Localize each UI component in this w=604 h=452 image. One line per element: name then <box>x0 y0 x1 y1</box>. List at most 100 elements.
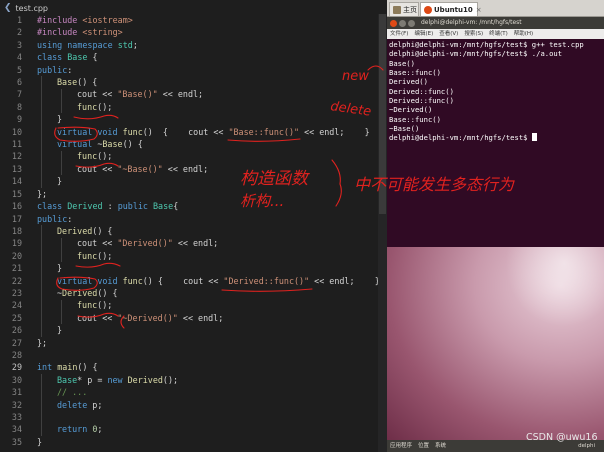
code-line[interactable]: 10 virtual void func() { cout << "Base::f… <box>0 126 387 138</box>
terminal-menu-item[interactable]: 搜索(S) <box>464 31 483 37</box>
code-line[interactable]: 3 using namespace std; <box>0 39 387 51</box>
code-token: void <box>97 126 118 137</box>
tab-ubuntu[interactable]: Ubuntu10 × <box>420 2 482 16</box>
code-line[interactable]: 32 delete p; <box>0 399 387 411</box>
window-close-icon[interactable] <box>390 20 397 27</box>
code-token: delete <box>57 399 88 410</box>
code-text: delete p; <box>57 399 102 411</box>
code-token: ; <box>132 39 138 50</box>
editor-scrollbar[interactable] <box>378 14 387 452</box>
line-number: 11 <box>11 139 22 150</box>
line-number: 1 <box>16 15 22 25</box>
code-line[interactable]: 33 <box>0 411 387 423</box>
code-token: << endl; } <box>309 275 380 286</box>
indent-guide <box>41 76 42 188</box>
code-text: public: <box>37 64 72 76</box>
code-token: Derived <box>67 201 103 212</box>
code-editor[interactable]: ❮ test.cpp 1 #include <iostream> 2 #include… <box>0 0 387 452</box>
code-line[interactable]: 24 func(); <box>0 299 387 311</box>
line-number: 21 <box>11 263 22 274</box>
line-number: 22 <box>11 275 22 286</box>
window-minimize-icon[interactable] <box>399 20 406 27</box>
code-line[interactable]: 19 cout << "Derived()" << endl; <box>0 237 387 249</box>
terminal-line: Base::func() <box>389 68 441 78</box>
code-line[interactable]: 34 return 0; <box>0 423 387 435</box>
code-line[interactable]: 2 #include <string> <box>0 26 387 38</box>
terminal-line: Derived::func() <box>389 96 454 106</box>
code-line[interactable]: 15}; <box>0 188 387 200</box>
code-token: std <box>117 39 133 50</box>
terminal-menu-item[interactable]: 编辑(E) <box>414 31 433 37</box>
line-number: 2 <box>16 27 22 38</box>
panel-menu-item[interactable]: 位置 <box>418 443 429 449</box>
terminal-output[interactable]: delphi@delphi-vm:/mnt/hgfs/test$ g++ tes… <box>387 39 604 247</box>
code-text: virtual ~Base() { <box>57 138 143 150</box>
code-token: ~ <box>92 139 103 150</box>
code-line[interactable]: 14} <box>0 175 387 187</box>
code-line[interactable]: 29 int main() { <box>0 361 387 373</box>
code-token: (); <box>97 101 113 112</box>
line-number: 6 <box>16 77 22 88</box>
code-area[interactable]: 1 #include <iostream> 2 #include <string> 3 u… <box>0 14 387 448</box>
code-token: << endl; <box>172 238 219 249</box>
code-line[interactable]: 22 virtual void func() { cout << "Derived… <box>0 275 387 287</box>
code-token: using <box>37 39 63 50</box>
code-token: (); <box>97 300 113 311</box>
tab-home[interactable]: 主页 <box>389 2 419 16</box>
code-text: func(); <box>77 299 112 311</box>
code-token: "Derived()" <box>117 238 173 249</box>
code-line[interactable]: 26} <box>0 324 387 336</box>
code-token: main <box>57 362 78 373</box>
code-line[interactable]: 28 <box>0 349 387 361</box>
code-line[interactable]: 23 ~Derived() { <box>0 287 387 299</box>
tab-home-label: 主页 <box>403 6 417 14</box>
code-line[interactable]: 31 // ... <box>0 386 387 398</box>
line-number: 32 <box>11 399 22 410</box>
terminal-menu-item[interactable]: 查看(V) <box>439 31 458 37</box>
terminal-prompt-line[interactable]: delphi@delphi-vm:/mnt/hgfs/test$ <box>389 133 602 142</box>
code-line[interactable]: 30 Base* p = new Derived(); <box>0 374 387 386</box>
code-line[interactable]: 35} <box>0 436 387 448</box>
code-line[interactable]: 25 cout << "~Derived()" << endl; <box>0 312 387 324</box>
code-line[interactable]: 12 func(); <box>0 150 387 162</box>
indent-guide <box>41 374 42 437</box>
code-line[interactable]: 9} <box>0 113 387 125</box>
terminal-menubar: 文件(F) 编辑(E) 查看(V) 搜索(S) 终端(T) 帮助(H) <box>387 29 604 39</box>
terminal-menu-item[interactable]: 终端(T) <box>489 31 508 37</box>
code-line[interactable]: 16 class Derived : public Base{ <box>0 200 387 212</box>
code-line[interactable]: 4 class Base { <box>0 51 387 63</box>
code-text: } <box>57 262 62 274</box>
code-line[interactable]: 1 #include <iostream> <box>0 14 387 26</box>
code-token: <iostream> <box>82 15 133 25</box>
line-number: 14 <box>11 176 22 187</box>
code-token: Base <box>57 77 78 88</box>
code-line[interactable]: 13 cout << "~Base()" << endl; <box>0 163 387 175</box>
code-line[interactable]: 20 func(); <box>0 250 387 262</box>
code-line[interactable]: 27}; <box>0 337 387 349</box>
code-text: } <box>57 175 62 187</box>
editor-scrollbar-thumb[interactable] <box>379 14 386 214</box>
close-icon[interactable]: × <box>476 6 482 14</box>
code-token: #include <box>37 15 83 25</box>
code-line[interactable]: 5 public: <box>0 64 387 76</box>
terminal-menu-item[interactable]: 文件(F) <box>390 31 408 37</box>
line-number: 16 <box>11 201 22 212</box>
code-token: "~Base()" <box>117 163 163 174</box>
indent-guide <box>41 225 42 337</box>
code-line[interactable]: 6 Base() { <box>0 76 387 88</box>
panel-menu-item[interactable]: 系统 <box>435 443 446 449</box>
code-token: // ... <box>57 387 88 398</box>
code-text: } <box>57 113 62 125</box>
code-token: cout << <box>77 238 118 249</box>
terminal-line: delphi@delphi-vm:/mnt/hgfs/test$ ./a.out <box>389 49 563 59</box>
code-line[interactable]: 21} <box>0 262 387 274</box>
window-maximize-icon[interactable] <box>408 20 415 27</box>
chevron-left-icon[interactable]: ❮ <box>4 3 12 13</box>
panel-menu-item[interactable]: 应用程序 <box>390 443 412 449</box>
code-line[interactable]: 18 Derived() { <box>0 225 387 237</box>
code-line[interactable]: 11 virtual ~Base() { <box>0 138 387 150</box>
code-line[interactable]: 8 func(); <box>0 101 387 113</box>
terminal-menu-item[interactable]: 帮助(H) <box>514 31 533 37</box>
code-line[interactable]: 7 cout << "Base()" << endl; <box>0 88 387 100</box>
code-line[interactable]: 17 public: <box>0 213 387 225</box>
